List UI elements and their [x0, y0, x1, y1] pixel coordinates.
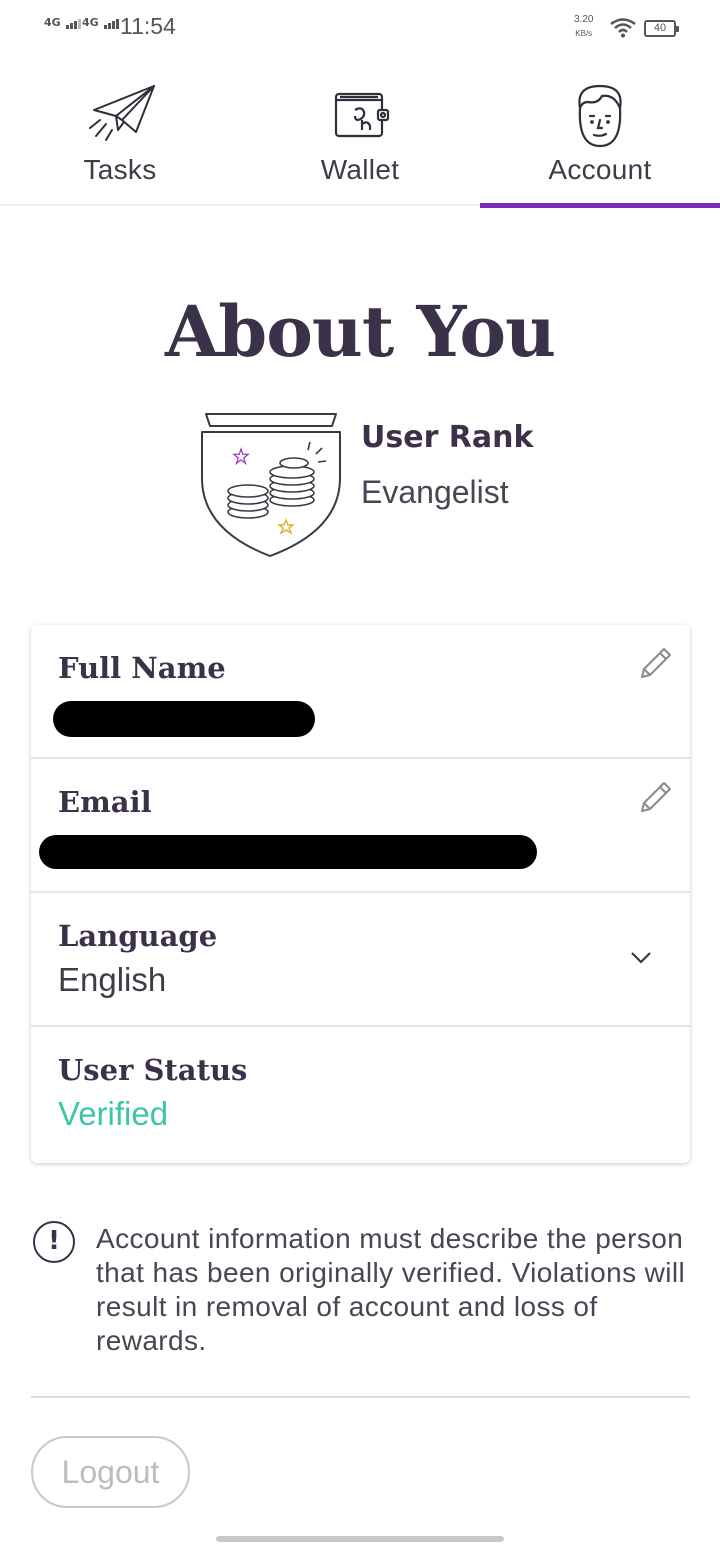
signal-2: 4G [82, 16, 120, 29]
language-label: Language [58, 919, 218, 953]
tab-account-label: Account [548, 154, 652, 185]
tab-bar: Tasks Wallet Account [0, 72, 720, 208]
email-value-redacted [39, 835, 537, 869]
signal-1-label: 4G [44, 16, 61, 29]
net-speed-value: 3.20 [574, 14, 594, 25]
signal-bars-icon [103, 16, 120, 29]
rank-label: User Rank [361, 420, 534, 455]
clock: 11:54 [120, 13, 176, 39]
battery-icon: 40 [644, 20, 679, 37]
net-speed: 3.20 KB/s [574, 13, 593, 41]
email-label: Email [58, 785, 152, 819]
tab-tasks-label: Tasks [83, 154, 157, 185]
language-row[interactable]: Language English [31, 893, 690, 1027]
coins-shield-icon [201, 413, 341, 557]
net-speed-unit: KB/s [575, 29, 593, 38]
user-status-value: Verified [58, 1095, 169, 1132]
user-status-row: User Status Verified [31, 1027, 690, 1161]
paper-plane-icon [89, 85, 155, 141]
divider [31, 1396, 690, 1398]
tab-wallet-label: Wallet [320, 154, 400, 185]
email-row: Email [31, 759, 690, 893]
full-name-value-redacted [53, 701, 315, 737]
account-notice: Account information must describe the pe… [96, 1223, 686, 1356]
profile-card: Full Name Email Language English User St… [31, 625, 690, 1163]
chevron-down-icon[interactable] [630, 951, 652, 965]
full-name-row: Full Name [31, 625, 690, 759]
user-status-label: User Status [58, 1053, 248, 1087]
status-bar: 4G 4G 11:54 3.20 KB/s 40 [0, 0, 720, 56]
edit-email-pencil-icon[interactable] [636, 777, 676, 817]
signal-bars-icon [65, 16, 82, 29]
tab-account[interactable]: Account [480, 72, 720, 208]
page-title: About You [164, 290, 556, 373]
tab-tasks[interactable]: Tasks [0, 72, 240, 204]
logout-button[interactable]: Logout [31, 1436, 190, 1508]
rank-value: Evangelist [361, 474, 509, 510]
full-name-label: Full Name [58, 651, 226, 685]
language-value: English [58, 961, 167, 998]
home-indicator[interactable] [216, 1536, 504, 1542]
face-icon [578, 84, 622, 148]
signal-1: 4G [44, 16, 82, 29]
wifi-icon [610, 18, 636, 38]
signal-2-label: 4G [82, 16, 99, 29]
exclamation-icon: ! [33, 1221, 75, 1263]
tab-wallet[interactable]: Wallet [240, 72, 480, 204]
edit-name-pencil-icon[interactable] [636, 643, 676, 683]
wallet-icon [334, 92, 390, 138]
